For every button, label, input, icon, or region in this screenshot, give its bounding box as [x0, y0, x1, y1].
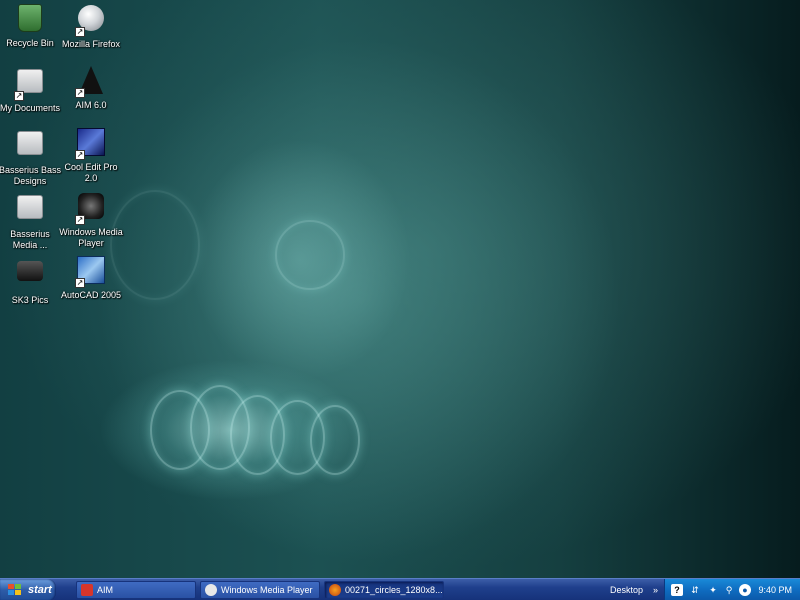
search-icon[interactable]: ⚲	[723, 584, 735, 596]
shortcut-arrow-icon: ↗	[75, 88, 85, 98]
desktop-icon-sk3-pics[interactable]: SK3 Pics	[0, 254, 63, 306]
folder-icon	[14, 195, 46, 227]
taskbar-button-firefox-image[interactable]: 00271_circles_1280x8...	[324, 581, 444, 599]
desktop-icon-mozilla-firefox[interactable]: ↗ Mozilla Firefox	[58, 2, 124, 50]
desktop-icon-label: SK3 Pics	[11, 295, 49, 305]
desktop-icon-label: Windows Media Player	[59, 227, 123, 248]
network-icon[interactable]: ⇵	[689, 584, 701, 596]
clock[interactable]: 9:40 PM	[758, 579, 792, 600]
desktop-icon-windows-media-player[interactable]: ↗ Windows Media Player	[58, 190, 124, 249]
shortcut-arrow-icon: ↗	[14, 91, 24, 101]
shortcut-arrow-icon: ↗	[75, 278, 85, 288]
system-tray: ? ⇵ ✦ ⚲ ● 9:40 PM	[664, 579, 800, 600]
media-player-icon	[205, 584, 217, 596]
shortcut-arrow-icon: ↗	[75, 150, 85, 160]
messenger-icon[interactable]: ●	[739, 584, 751, 596]
aim-icon	[81, 584, 93, 596]
desktop-toolbar-label: Desktop	[610, 585, 644, 595]
desktop-icon-label: AIM 6.0	[75, 100, 107, 110]
start-label: start	[28, 584, 52, 596]
shortcut-arrow-icon: ↗	[75, 215, 85, 225]
recycle-bin-icon	[14, 4, 46, 36]
autocad-icon: ↗	[75, 256, 107, 288]
desktop-icon-label: Mozilla Firefox	[61, 39, 120, 49]
desktop-icon-autocad[interactable]: ↗ AutoCAD 2005	[58, 254, 124, 301]
folder-icon	[14, 131, 46, 163]
firefox-icon	[329, 584, 341, 596]
help-icon[interactable]: ?	[671, 584, 683, 596]
taskbar-button-label: AIM	[97, 585, 114, 595]
desktop-icon-label: My Documents	[0, 103, 61, 113]
desktop-icon-label: Recycle Bin	[6, 38, 54, 48]
firefox-icon: ↗	[75, 5, 107, 37]
desktop-icon-label: Cool Edit Pro 2.0	[64, 162, 118, 183]
volume-icon[interactable]: ✦	[707, 584, 719, 596]
taskbar-button-label: 00271_circles_1280x8...	[345, 585, 443, 595]
desktop-icon-cool-edit-pro[interactable]: ↗ Cool Edit Pro 2.0	[58, 126, 124, 184]
cool-edit-icon: ↗	[75, 128, 107, 160]
taskbar: start AIM Windows Media Player 00271_cir…	[0, 578, 800, 600]
desktop-wallpaper[interactable]: Recycle Bin ↗ My Documents Basserius Bas…	[0, 0, 800, 578]
desktop-icon-label: Basserius Bass Designs	[0, 165, 62, 186]
chevron-right-icon[interactable]: »	[653, 579, 658, 600]
wallpaper-swirl	[275, 220, 345, 290]
folder-icon: ↗	[14, 69, 46, 101]
shortcut-arrow-icon: ↗	[75, 27, 85, 37]
aim-icon: ↗	[75, 66, 107, 98]
desktop-icon-aim[interactable]: ↗ AIM 6.0	[58, 64, 124, 111]
taskbar-button-aim[interactable]: AIM	[76, 581, 196, 599]
wallpaper-swirl	[310, 405, 360, 475]
desktop-icon-basserius-media[interactable]: Basserius Media ...	[0, 190, 63, 251]
desktop-icon-label: AutoCAD 2005	[60, 290, 122, 300]
windows-flag-icon	[8, 584, 22, 596]
camera-icon	[14, 261, 46, 293]
taskbar-button-label: Windows Media Player	[221, 585, 313, 595]
taskbar-button-windows-media-player[interactable]: Windows Media Player	[200, 581, 320, 599]
desktop-toolbar[interactable]: Desktop »	[608, 579, 660, 600]
desktop-icon-recycle-bin[interactable]: Recycle Bin	[0, 2, 63, 49]
start-button[interactable]: start	[0, 579, 56, 600]
desktop-icon-basserius-bass-designs[interactable]: Basserius Bass Designs	[0, 126, 63, 187]
desktop-icon-label: Basserius Media ...	[10, 229, 50, 250]
media-player-icon: ↗	[75, 193, 107, 225]
desktop-icon-my-documents[interactable]: ↗ My Documents	[0, 64, 63, 114]
